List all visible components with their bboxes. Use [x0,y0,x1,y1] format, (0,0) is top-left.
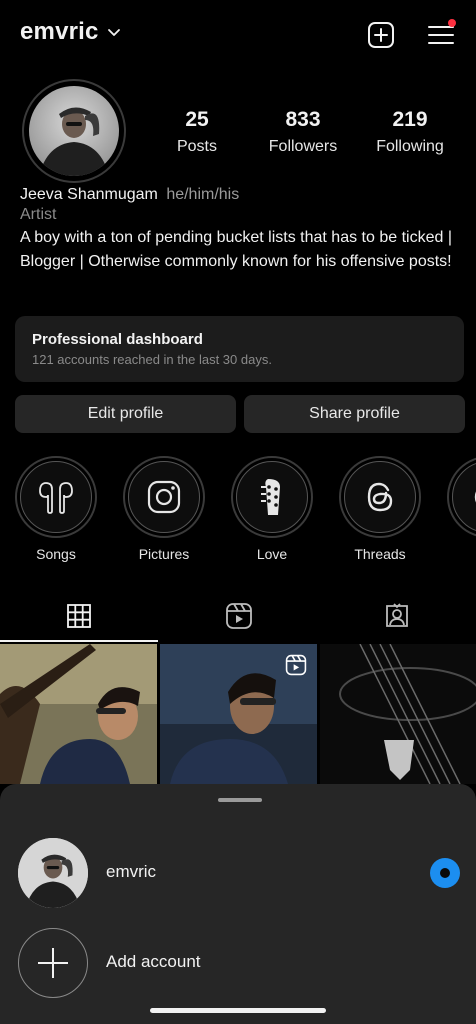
highlight-label: Love [256,546,288,562]
display-name: Jeeva Shanmugam [20,186,158,203]
story-highlights: Songs Pictures Love Threads [0,456,476,566]
account-switcher-sheet: emvric Add account [0,784,476,1024]
highlight-songs[interactable]: Songs [13,456,99,562]
stat-value: 219 [392,108,428,131]
posts-grid [0,644,476,784]
profile-stats: 25 Posts 833 Followers 219 Following [150,108,470,168]
new-post-icon[interactable] [366,20,396,50]
highlight-pictures[interactable]: Pictures [121,456,207,562]
dashboard-subtitle: 121 accounts reached in the last 30 days… [32,352,272,367]
reels-icon [285,654,307,676]
profile-screen: emvric 25 Posts 833 Followers 219 Follow… [0,0,476,1024]
chevron-down-icon [107,29,120,36]
highlight-label: Po [445,546,476,562]
account-row-emvric[interactable]: emvric [0,836,476,908]
highlight-partial[interactable]: Po [445,456,476,562]
dashboard-title: Professional dashboard [32,331,203,348]
bio-text: A boy with a ton of pending bucket lists… [20,229,452,270]
profile-category: Artist [20,206,57,223]
tab-grid[interactable] [0,590,158,642]
tab-tagged[interactable] [318,590,476,642]
professional-dashboard[interactable]: Professional dashboard 121 accounts reac… [15,316,464,382]
highlight-love[interactable]: Love [229,456,315,562]
stat-label: Posts [176,138,217,155]
add-account-row[interactable]: Add account [0,926,476,998]
stat-label: Following [376,138,444,155]
stat-followers[interactable]: 833 Followers [248,108,358,156]
guitar-headstock-icon [261,479,280,515]
partial-highlight-icon [474,491,476,503]
stat-label: Followers [268,138,338,155]
account-name: emvric [106,862,157,881]
post-thumbnail[interactable] [0,644,157,784]
stat-value: 25 [185,108,209,131]
add-account-label: Add account [106,952,201,971]
edit-profile-button[interactable]: Edit profile [15,395,236,433]
username: emvric [20,18,99,45]
post-thumbnail[interactable] [160,644,317,784]
avatar[interactable] [29,86,119,176]
top-bar: emvric [0,0,476,70]
profile-tabs [0,590,476,642]
threads-icon [367,482,393,512]
sheet-drag-handle[interactable] [218,798,262,802]
avatar [18,838,88,908]
highlight-label: Pictures [138,546,190,562]
stat-posts[interactable]: 25 Posts [142,108,252,156]
stat-following[interactable]: 219 Following [355,108,465,156]
instagram-icon [147,480,181,514]
plus-icon [38,948,68,978]
notification-dot [448,19,456,27]
post-thumbnail[interactable] [320,644,476,784]
home-indicator[interactable] [150,1008,326,1013]
grid-icon [67,604,91,628]
highlight-label: Songs [36,546,76,562]
add-account-button[interactable] [18,928,88,998]
stat-value: 833 [285,108,321,131]
share-profile-button[interactable]: Share profile [244,395,465,433]
earbuds-icon [39,482,73,514]
profile-bio: Jeeva Shanmugam he/him/his Artist A boy … [20,186,460,274]
highlight-label: Threads [354,546,406,562]
selected-radio-button[interactable] [430,858,460,888]
tab-reels[interactable] [160,590,318,642]
active-tab-indicator [0,640,158,642]
highlight-threads[interactable]: Threads [337,456,423,562]
pronouns: he/him/his [166,186,240,203]
reels-icon [226,603,252,629]
account-switcher[interactable]: emvric [20,18,121,46]
tagged-icon [386,603,408,627]
